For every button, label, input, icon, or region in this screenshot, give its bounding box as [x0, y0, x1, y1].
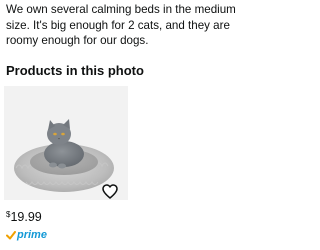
wishlist-heart-icon[interactable] — [101, 182, 119, 200]
product-card[interactable]: $19.99 prime — [0, 82, 130, 250]
prime-label: prime — [17, 229, 47, 241]
heart-icon — [102, 183, 118, 199]
price-value: 19.99 — [10, 210, 42, 224]
prime-badge: prime — [6, 229, 47, 241]
prime-check-icon — [6, 230, 16, 239]
review-text: We own several calming beds in the mediu… — [6, 3, 236, 47]
products-section-title: Products in this photo — [6, 63, 144, 78]
product-price: $19.99 — [6, 210, 42, 224]
